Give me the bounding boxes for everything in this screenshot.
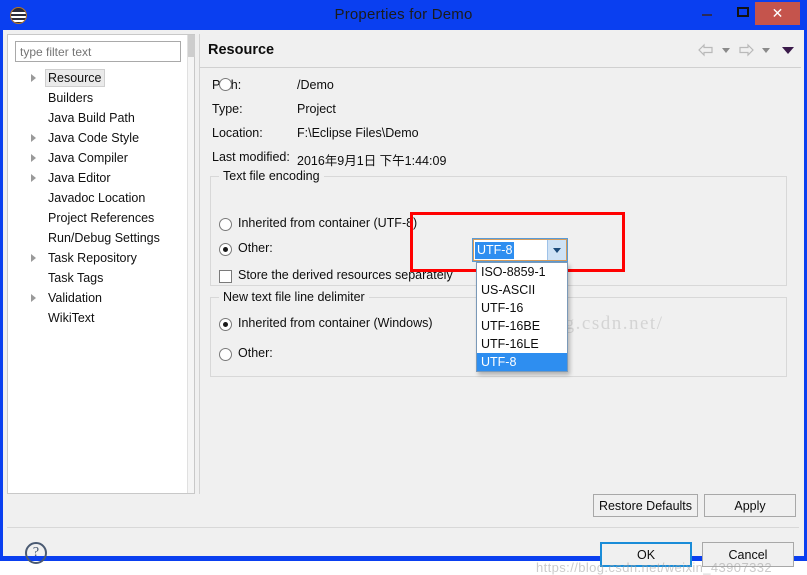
sidebar-item-java-editor[interactable]: Java Editor xyxy=(8,168,194,188)
info-label: Location: xyxy=(212,126,263,140)
cancel-button[interactable]: Cancel xyxy=(702,542,794,567)
page-header: Resource xyxy=(200,34,801,68)
sidebar-item-label: Java Compiler xyxy=(48,151,128,165)
sidebar-item-validation[interactable]: Validation xyxy=(8,288,194,308)
sidebar-item-label: Run/Debug Settings xyxy=(48,231,160,245)
sidebar-item-task-tags[interactable]: Task Tags xyxy=(8,268,194,288)
sidebar-item-javadoc-location[interactable]: Javadoc Location xyxy=(8,188,194,208)
sidebar-item-java-compiler[interactable]: Java Compiler xyxy=(8,148,194,168)
settings-tree-panel: Resource Builders Java Build Path Java C… xyxy=(7,34,195,494)
dropdown-option-selected[interactable]: UTF-8 xyxy=(477,353,567,371)
ok-button[interactable]: OK xyxy=(600,542,692,567)
chevron-right-icon[interactable] xyxy=(31,154,36,162)
sidebar-item-label: Resource xyxy=(45,69,105,87)
tree-scrollbar[interactable] xyxy=(187,35,195,493)
page-title: Resource xyxy=(208,42,275,58)
chevron-right-icon[interactable] xyxy=(31,294,36,302)
encoding-other-radio[interactable] xyxy=(219,243,232,256)
dropdown-option[interactable]: UTF-16BE xyxy=(477,317,567,335)
sidebar-item-java-code-style[interactable]: Java Code Style xyxy=(8,128,194,148)
apply-button[interactable]: Apply xyxy=(704,494,796,517)
chevron-right-icon[interactable] xyxy=(31,74,36,82)
sidebar-item-label: WikiText xyxy=(48,311,95,325)
sidebar-item-wikitext[interactable]: WikiText xyxy=(8,308,194,328)
resource-page-panel: Resource Path: /Demo xyxy=(199,34,801,494)
page-toolbar xyxy=(697,43,794,57)
tree-scrollbar-thumb[interactable] xyxy=(188,35,195,57)
title-bar: Properties for Demo ✕ xyxy=(0,0,807,30)
sidebar-item-label: Java Editor xyxy=(48,171,111,185)
sidebar-item-resource[interactable]: Resource xyxy=(8,68,194,88)
group-legend: Text file encoding xyxy=(219,169,324,183)
sidebar-item-label: Builders xyxy=(48,91,94,105)
footer-divider xyxy=(7,527,799,528)
delimiter-inherited-label: Inherited from container (Windows) xyxy=(238,316,433,330)
group-legend: New text file line delimiter xyxy=(219,290,369,304)
encoding-combobox-value: UTF-8 xyxy=(475,242,515,259)
dropdown-option[interactable]: UTF-16 xyxy=(477,299,567,317)
chevron-right-icon[interactable] xyxy=(31,134,36,142)
sidebar-item-label: Java Code Style xyxy=(48,131,140,145)
delimiter-inherited-radio[interactable] xyxy=(219,318,232,331)
maximize-button[interactable] xyxy=(730,0,756,24)
encoding-inherited-radio[interactable] xyxy=(219,218,232,231)
forward-arrow-icon[interactable] xyxy=(737,43,755,57)
minimize-button[interactable] xyxy=(694,0,720,24)
chevron-right-icon[interactable] xyxy=(31,174,36,182)
info-value: F:\Eclipse Files\Demo xyxy=(297,126,419,140)
forward-history-chevron-down-icon[interactable] xyxy=(762,47,770,53)
info-value: Project xyxy=(297,102,336,116)
info-label: Type: xyxy=(212,102,243,116)
sidebar-item-project-references[interactable]: Project References xyxy=(8,208,194,228)
sidebar-item-label: Task Repository xyxy=(48,251,137,265)
sidebar-item-builders[interactable]: Builders xyxy=(8,88,194,108)
store-derived-checkbox[interactable] xyxy=(219,270,232,283)
encoding-inherited-label: Inherited from container (UTF-8) xyxy=(238,216,418,230)
dialog-body: Resource Builders Java Build Path Java C… xyxy=(3,30,804,575)
sidebar-item-label: Project References xyxy=(48,211,155,225)
sidebar-item-label: Java Build Path xyxy=(48,111,135,125)
sidebar-item-task-repository[interactable]: Task Repository xyxy=(8,248,194,268)
encoding-dropdown-list[interactable]: ISO-8859-1 US-ASCII UTF-16 UTF-16BE UTF-… xyxy=(476,262,568,372)
chevron-right-icon[interactable] xyxy=(31,254,36,262)
back-arrow-icon[interactable] xyxy=(697,43,715,57)
sidebar-item-run-debug-settings[interactable]: Run/Debug Settings xyxy=(8,228,194,248)
encoding-combobox-chevron-down-icon[interactable] xyxy=(547,240,566,260)
delimiter-other-radio[interactable] xyxy=(219,348,232,361)
dropdown-option[interactable]: UTF-16LE xyxy=(477,335,567,353)
encoding-combobox[interactable]: UTF-8 xyxy=(472,238,568,262)
store-derived-label: Store the derived resources separately xyxy=(238,268,453,282)
sidebar-item-java-build-path[interactable]: Java Build Path xyxy=(8,108,194,128)
info-value: /Demo xyxy=(297,78,334,92)
close-button[interactable]: ✕ xyxy=(755,2,800,25)
dropdown-option[interactable]: US-ASCII xyxy=(477,281,567,299)
restore-defaults-button[interactable]: Restore Defaults xyxy=(593,494,698,517)
back-history-chevron-down-icon[interactable] xyxy=(722,47,730,53)
sidebar-item-label: Task Tags xyxy=(48,271,104,285)
settings-tree: Resource Builders Java Build Path Java C… xyxy=(8,68,194,328)
properties-dialog-window: Properties for Demo ✕ Resource Builders … xyxy=(0,0,807,575)
delimiter-other-label: Other: xyxy=(238,346,273,360)
filter-input[interactable] xyxy=(15,41,181,62)
sidebar-item-label: Validation xyxy=(48,291,102,305)
info-value: 2016年9月1日 下午1:44:09 xyxy=(297,154,447,168)
dropdown-option[interactable]: ISO-8859-1 xyxy=(477,263,567,281)
sidebar-item-label: Javadoc Location xyxy=(48,191,146,205)
encoding-other-label: Other: xyxy=(238,241,273,255)
window-title: Properties for Demo xyxy=(334,6,473,23)
info-label: Last modified: xyxy=(212,150,290,164)
view-menu-chevron-down-icon[interactable] xyxy=(782,46,794,54)
